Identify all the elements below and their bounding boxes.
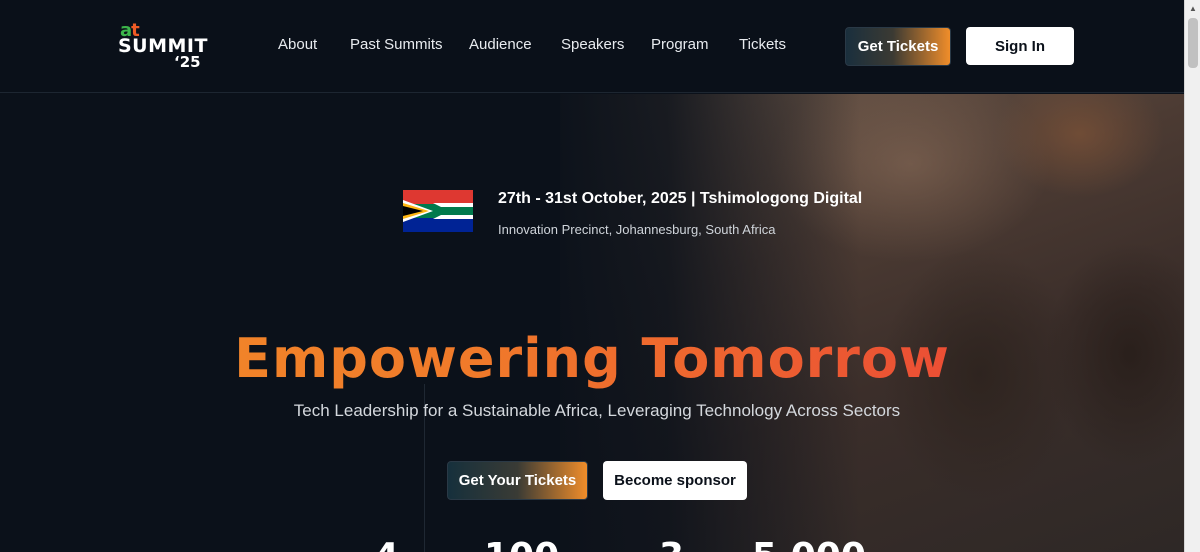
nav-link-speakers[interactable]: Speakers — [561, 36, 624, 53]
nav-link-audience[interactable]: Audience — [469, 36, 532, 53]
sign-in-button[interactable]: Sign In — [966, 27, 1074, 65]
vertical-scrollbar[interactable]: ▲ — [1184, 0, 1200, 552]
event-venue-detail: Innovation Precinct, Johannesburg, South… — [498, 222, 776, 237]
top-navbar: at SUMMIT ‘25 About Past Summits Audienc… — [0, 0, 1184, 93]
nav-link-tickets[interactable]: Tickets — [739, 36, 786, 53]
stat-value: 4 — [374, 536, 399, 552]
get-tickets-button[interactable]: Get Tickets — [845, 27, 951, 66]
stat-value: 3 — [659, 536, 684, 552]
become-sponsor-button[interactable]: Become sponsor — [603, 461, 747, 500]
stats-row: 4 100 3 5,000 — [0, 536, 1184, 552]
hero-subheadline: Tech Leadership for a Sustainable Africa… — [293, 401, 901, 420]
event-date-venue: 27th - 31st October, 2025 | Tshimologong… — [498, 190, 863, 207]
get-your-tickets-button[interactable]: Get Your Tickets — [447, 461, 588, 500]
scroll-thumb[interactable] — [1188, 18, 1198, 68]
stat-value: 100 — [484, 536, 559, 552]
nav-link-program[interactable]: Program — [651, 36, 709, 53]
hero-section: 27th - 31st October, 2025 | Tshimologong… — [0, 94, 1184, 552]
hero-headline: Empowering Tomorrow — [0, 327, 1184, 390]
south-africa-flag-icon — [403, 190, 473, 232]
nav-link-about[interactable]: About — [278, 36, 317, 53]
logo-year: ‘25 — [174, 53, 201, 71]
stat-value: 5,000 — [752, 536, 866, 552]
nav-link-past-summits[interactable]: Past Summits — [350, 36, 443, 53]
summit-logo[interactable]: at SUMMIT ‘25 — [118, 20, 218, 72]
scroll-up-arrow-icon[interactable]: ▲ — [1185, 0, 1200, 17]
